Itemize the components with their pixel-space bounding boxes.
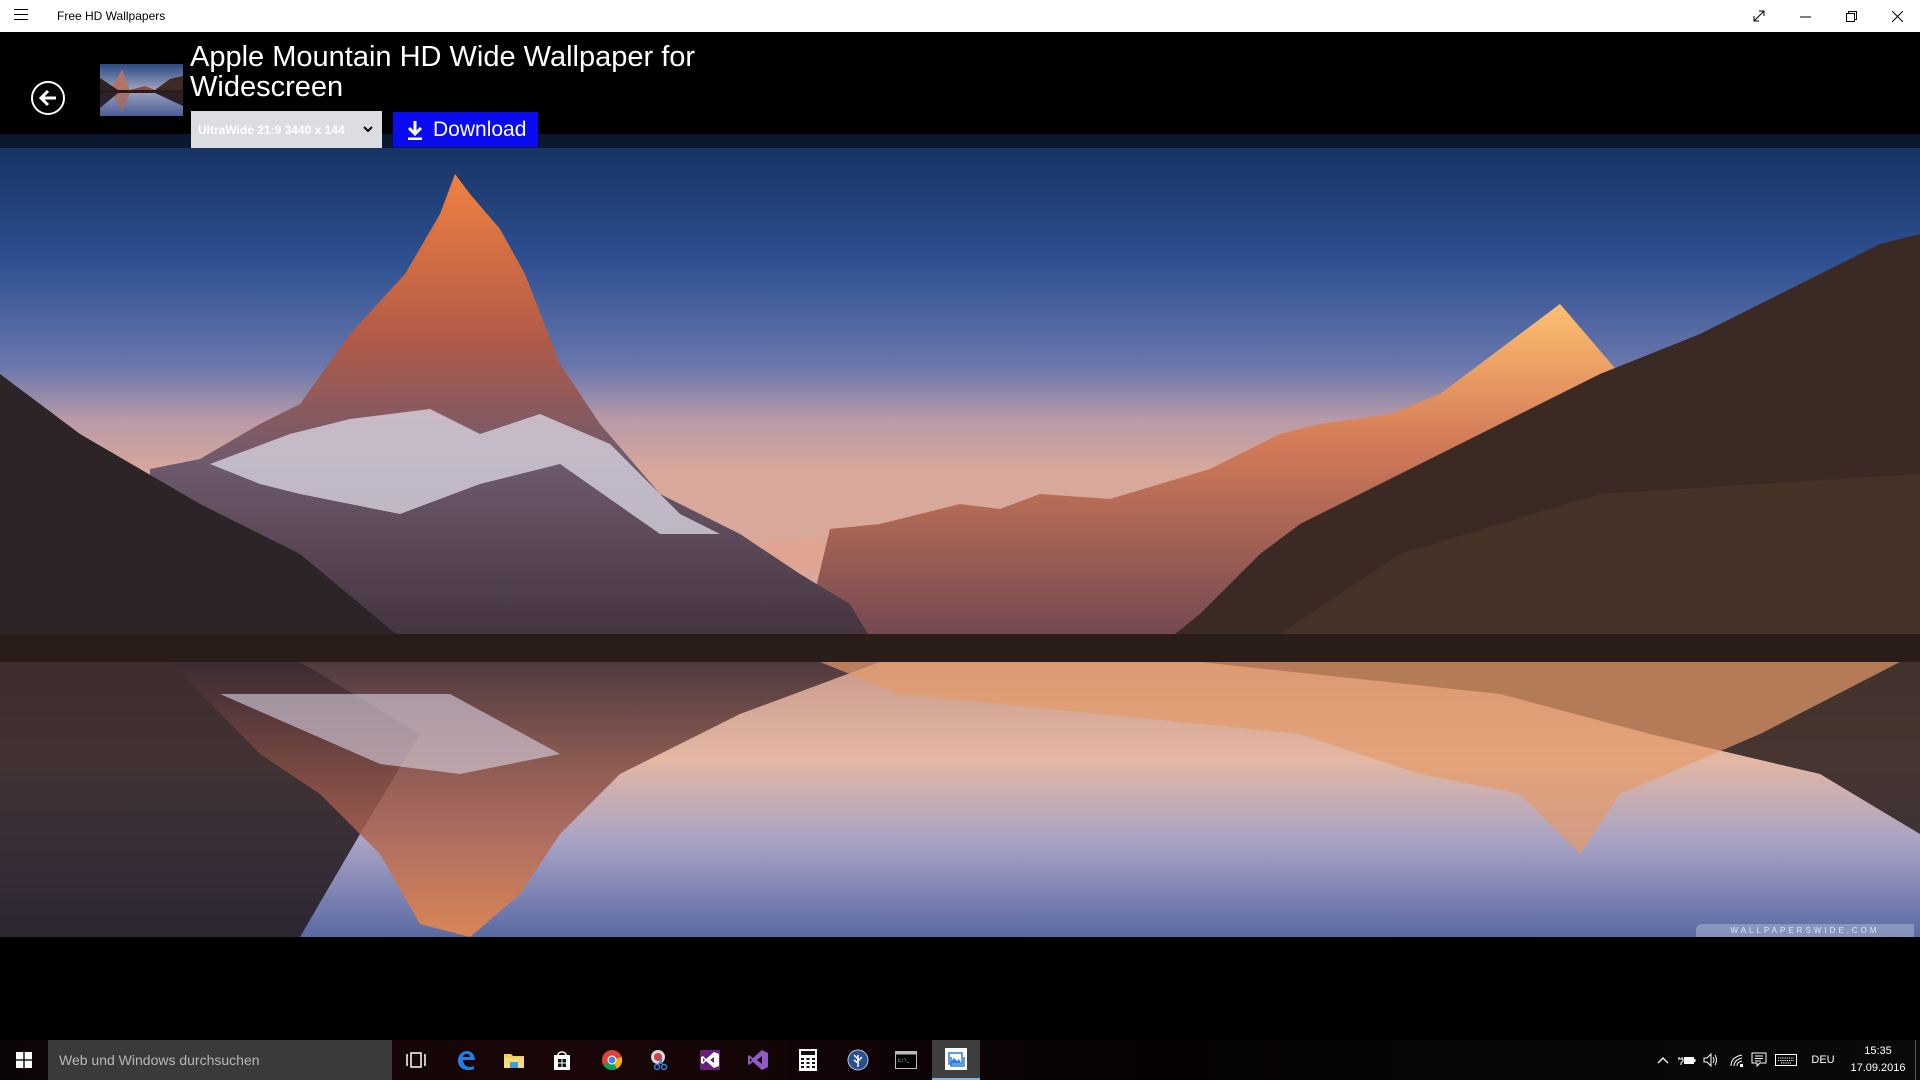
store-icon (554, 1051, 570, 1070)
close-button[interactable] (1874, 0, 1920, 32)
taskbar-sourcetree[interactable] (834, 1040, 882, 1080)
clock-date: 17.09.2016 (1850, 1062, 1906, 1074)
clock[interactable]: 15:35 17.09.2016 (1843, 1043, 1913, 1077)
title-bar: Free HD Wallpapers (0, 0, 1920, 32)
battery-tray[interactable] (1676, 1040, 1698, 1080)
chevron-down-icon (363, 126, 373, 133)
watermark: WALLPAPERSWIDE.COM (1696, 924, 1914, 937)
photos-icon (945, 1048, 967, 1070)
show-hidden-icons-button[interactable] (1652, 1040, 1674, 1080)
taskbar-free-hd-wallpapers[interactable] (932, 1040, 980, 1080)
edge-icon (458, 1051, 475, 1070)
taskbar-file-explorer[interactable] (490, 1040, 538, 1080)
chrome-icon (602, 1050, 623, 1071)
speaker-icon (1703, 1053, 1717, 1067)
clock-time: 15:35 (1864, 1045, 1892, 1057)
network-tray[interactable] (1726, 1040, 1748, 1080)
back-button[interactable] (31, 81, 65, 115)
taskbar: Web und Windows durchsuchen C:\_ DEU 15:… (0, 1040, 1920, 1080)
wallpaper-title: Apple Mountain HD Wide Wallpaper for Wid… (190, 41, 696, 103)
keyboard-icon (1775, 1054, 1797, 1066)
taskbar-visual-studio[interactable] (686, 1040, 734, 1080)
wallpaper-thumbnail (100, 64, 183, 116)
start-button[interactable] (0, 1040, 48, 1080)
windows-logo-icon (16, 1052, 32, 1068)
restore-button[interactable] (1828, 0, 1874, 32)
visual-studio-icon (700, 1050, 720, 1070)
notification-icon (1751, 1052, 1767, 1068)
taskbar-command-prompt[interactable]: C:\_ (882, 1040, 930, 1080)
taskbar-visual-studio-2[interactable] (734, 1040, 782, 1080)
wifi-icon (1730, 1054, 1743, 1067)
calculator-icon (799, 1049, 817, 1071)
download-arrow-icon (407, 120, 423, 140)
taskbar-calculator[interactable] (784, 1040, 832, 1080)
expand-icon (1753, 10, 1765, 22)
resolution-select-value: UltraWide 21:9 3440 x 144 (198, 122, 345, 137)
wallpaper-image (0, 134, 1920, 937)
app-title: Free HD Wallpapers (57, 9, 166, 23)
volume-tray[interactable] (1700, 1040, 1722, 1080)
taskbar-task-view[interactable] (392, 1040, 440, 1080)
sourcetree-icon (847, 1049, 869, 1071)
visual-studio-icon (748, 1050, 768, 1070)
fullscreen-button[interactable] (1736, 0, 1782, 32)
hamburger-menu-icon[interactable] (14, 9, 28, 21)
resolution-select[interactable]: UltraWide 21:9 3440 x 144 (191, 111, 382, 148)
folder-icon (504, 1054, 524, 1068)
taskbar-chrome[interactable] (588, 1040, 636, 1080)
battery-icon (1678, 1057, 1696, 1065)
download-label: Download (433, 117, 527, 141)
taskbar-store[interactable] (538, 1040, 586, 1080)
minimize-icon (1799, 16, 1811, 17)
close-icon (1891, 10, 1903, 22)
scissors-icon (651, 1050, 668, 1071)
chevron-up-icon (1657, 1057, 1669, 1064)
minimize-button[interactable] (1782, 0, 1828, 32)
restore-icon (1845, 10, 1857, 22)
language-label: DEU (1811, 1054, 1835, 1066)
download-button[interactable]: Download (393, 112, 538, 147)
cmd-icon: C:\_ (895, 1051, 917, 1069)
wallpaper-preview: WALLPAPERSWIDE.COM (0, 134, 1920, 937)
show-desktop-button[interactable] (1915, 1040, 1916, 1080)
search-placeholder: Web und Windows durchsuchen (59, 1052, 260, 1068)
taskbar-snipping-tool[interactable] (636, 1040, 684, 1080)
input-language-indicator[interactable]: DEU (1806, 1040, 1840, 1080)
svg-text:C:\_: C:\_ (898, 1058, 911, 1064)
taskbar-search-box[interactable]: Web und Windows durchsuchen (48, 1040, 392, 1080)
taskbar-edge[interactable] (442, 1040, 490, 1080)
task-view-icon (406, 1052, 426, 1068)
action-center-tray[interactable] (1748, 1040, 1770, 1080)
arrow-left-icon (38, 89, 56, 107)
touch-keyboard-tray[interactable] (1772, 1040, 1800, 1080)
